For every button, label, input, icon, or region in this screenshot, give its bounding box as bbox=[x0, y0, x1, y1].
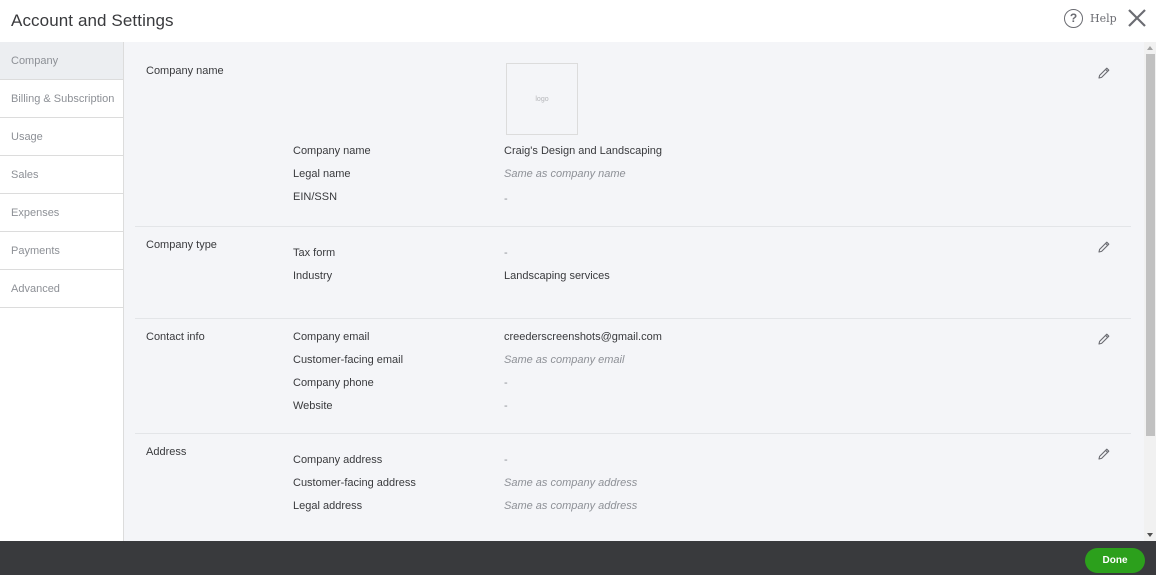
sidebar-item-expenses[interactable]: Expenses bbox=[0, 194, 123, 232]
website-label: Website bbox=[293, 400, 333, 412]
sidebar-item-company[interactable]: Company bbox=[0, 42, 123, 80]
sidebar-item-usage[interactable]: Usage bbox=[0, 118, 123, 156]
company-phone-label: Company phone bbox=[293, 377, 374, 389]
customer-facing-address-value: Same as company address bbox=[504, 477, 638, 489]
help-button[interactable]: ? Help bbox=[1064, 8, 1117, 28]
logo-placeholder[interactable]: logo bbox=[506, 63, 578, 135]
settings-sidebar: Company Billing & Subscription Usage Sal… bbox=[0, 42, 124, 541]
edit-contact-info-button[interactable] bbox=[1097, 332, 1111, 346]
customer-facing-email-value: Same as company email bbox=[504, 354, 625, 366]
company-name-value: Craig's Design and Landscaping bbox=[504, 145, 663, 157]
section-title: Contact info bbox=[146, 331, 205, 343]
pencil-icon bbox=[1098, 333, 1110, 345]
sidebar-item-sales[interactable]: Sales bbox=[0, 156, 123, 194]
sidebar-item-label: Sales bbox=[11, 168, 39, 181]
edit-company-name-button[interactable] bbox=[1097, 66, 1111, 80]
company-email-label: Company email bbox=[293, 331, 370, 343]
sidebar-item-advanced[interactable]: Advanced bbox=[0, 270, 123, 308]
company-type-section: Company type Tax form - Industry Landsca… bbox=[135, 227, 1131, 319]
customer-facing-address-label: Customer-facing address bbox=[293, 477, 416, 489]
settings-main-panel: Company name logo Company name Craig's D… bbox=[124, 42, 1144, 541]
logo-text: logo bbox=[535, 95, 549, 103]
ein-ssn-value: - bbox=[504, 193, 508, 205]
company-name-section: Company name logo Company name Craig's D… bbox=[135, 42, 1131, 227]
edit-company-type-button[interactable] bbox=[1097, 240, 1111, 254]
section-title: Address bbox=[146, 446, 187, 458]
company-address-value: - bbox=[504, 454, 508, 466]
sidebar-item-label: Billing & Subscription bbox=[11, 92, 115, 105]
tax-form-value: - bbox=[504, 247, 508, 259]
vertical-scrollbar[interactable] bbox=[1144, 42, 1156, 541]
industry-value: Landscaping services bbox=[504, 270, 610, 282]
footer-bar: Done bbox=[0, 541, 1156, 575]
company-name-label: Company name bbox=[293, 145, 371, 157]
sidebar-item-label: Company bbox=[11, 54, 59, 67]
address-section: Address Company address - Customer-facin… bbox=[135, 434, 1131, 541]
sidebar-item-label: Usage bbox=[11, 130, 43, 143]
help-circle-icon: ? bbox=[1064, 8, 1083, 28]
section-title: Company name bbox=[146, 65, 224, 77]
company-email-value: creederscreenshots@gmail.com bbox=[504, 331, 662, 343]
pencil-icon bbox=[1098, 448, 1110, 460]
close-icon bbox=[1128, 9, 1146, 27]
tax-form-label: Tax form bbox=[293, 247, 336, 259]
pencil-icon bbox=[1098, 241, 1110, 253]
customer-facing-email-label: Customer-facing email bbox=[293, 354, 404, 366]
page-title: Account and Settings bbox=[11, 11, 174, 30]
triangle-up-icon bbox=[1147, 46, 1153, 50]
legal-name-value: Same as company name bbox=[504, 168, 626, 180]
sidebar-item-billing-subscription[interactable]: Billing & Subscription bbox=[0, 80, 123, 118]
industry-label: Industry bbox=[293, 270, 333, 282]
scroll-up-button[interactable] bbox=[1144, 42, 1156, 54]
contact-info-section: Contact info Company email creederscreen… bbox=[135, 319, 1131, 434]
legal-address-label: Legal address bbox=[293, 500, 363, 512]
header-bar: Account and Settings ? Help bbox=[0, 0, 1156, 42]
section-title: Company type bbox=[146, 239, 217, 251]
website-value: - bbox=[504, 400, 508, 412]
sidebar-item-label: Advanced bbox=[11, 282, 60, 295]
scrollbar-thumb[interactable] bbox=[1146, 54, 1155, 436]
edit-address-button[interactable] bbox=[1097, 447, 1111, 461]
company-address-label: Company address bbox=[293, 454, 383, 466]
sidebar-item-label: Expenses bbox=[11, 206, 60, 219]
triangle-down-icon bbox=[1147, 533, 1153, 537]
legal-address-value: Same as company address bbox=[504, 500, 638, 512]
ein-ssn-label: EIN/SSN bbox=[293, 191, 338, 203]
done-button[interactable]: Done bbox=[1085, 548, 1145, 573]
sidebar-item-payments[interactable]: Payments bbox=[0, 232, 123, 270]
sidebar-item-label: Payments bbox=[11, 244, 60, 257]
close-button[interactable] bbox=[1126, 7, 1148, 29]
scroll-down-button[interactable] bbox=[1144, 529, 1156, 541]
company-phone-value: - bbox=[504, 377, 508, 389]
help-label: Help bbox=[1090, 11, 1117, 25]
legal-name-label: Legal name bbox=[293, 168, 351, 180]
pencil-icon bbox=[1098, 67, 1110, 79]
